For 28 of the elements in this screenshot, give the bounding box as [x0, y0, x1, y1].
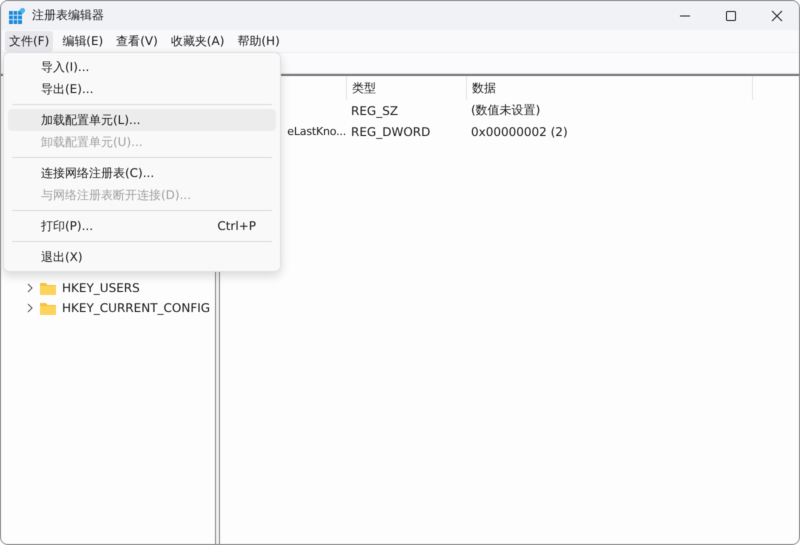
- menu-item[interactable]: 加载配置单元(L)...: [8, 109, 276, 131]
- window-title: 注册表编辑器: [32, 7, 104, 24]
- folder-icon: [40, 282, 56, 294]
- folder-icon: [40, 302, 56, 314]
- column-header[interactable]: 类型: [346, 76, 466, 100]
- registry-icon: [9, 8, 25, 24]
- maximize-icon[interactable]: [725, 10, 737, 22]
- menu-item[interactable]: 打印(P)... Ctrl+P: [8, 215, 276, 237]
- chevron-icon[interactable]: [26, 283, 34, 293]
- menu-item[interactable]: 退出(X): [8, 246, 276, 268]
- menu-item[interactable]: 帮助(H): [233, 30, 284, 52]
- table-cell-text: 0x00000002 (2): [470, 124, 569, 138]
- menu-item[interactable]: 收藏夹(A): [166, 30, 228, 52]
- tree-item[interactable]: HKEY_CURRENT_CONFIG: [62, 301, 210, 315]
- table-cell-text: REG_DWORD: [350, 124, 432, 138]
- menu-item[interactable]: 连接网络注册表(C)...: [8, 162, 276, 184]
- table-cell-text: (数值未设置): [470, 102, 542, 119]
- menu-item[interactable]: 导入(I)...: [8, 56, 276, 78]
- table-cell-text: REG_SZ: [350, 104, 400, 118]
- menu-item[interactable]: 查看(V): [112, 30, 162, 52]
- table-cell: eLastKno...: [287, 125, 346, 138]
- menu-item[interactable]: 导出(E)...: [8, 78, 276, 100]
- tree-item[interactable]: HKEY_USERS: [62, 281, 140, 295]
- menu-item[interactable]: 编辑(E): [58, 30, 108, 52]
- column-header[interactable]: 数据: [466, 76, 753, 100]
- menu-item[interactable]: 文件(F): [5, 30, 54, 52]
- close-icon[interactable]: [771, 10, 783, 22]
- chevron-icon[interactable]: [26, 303, 34, 313]
